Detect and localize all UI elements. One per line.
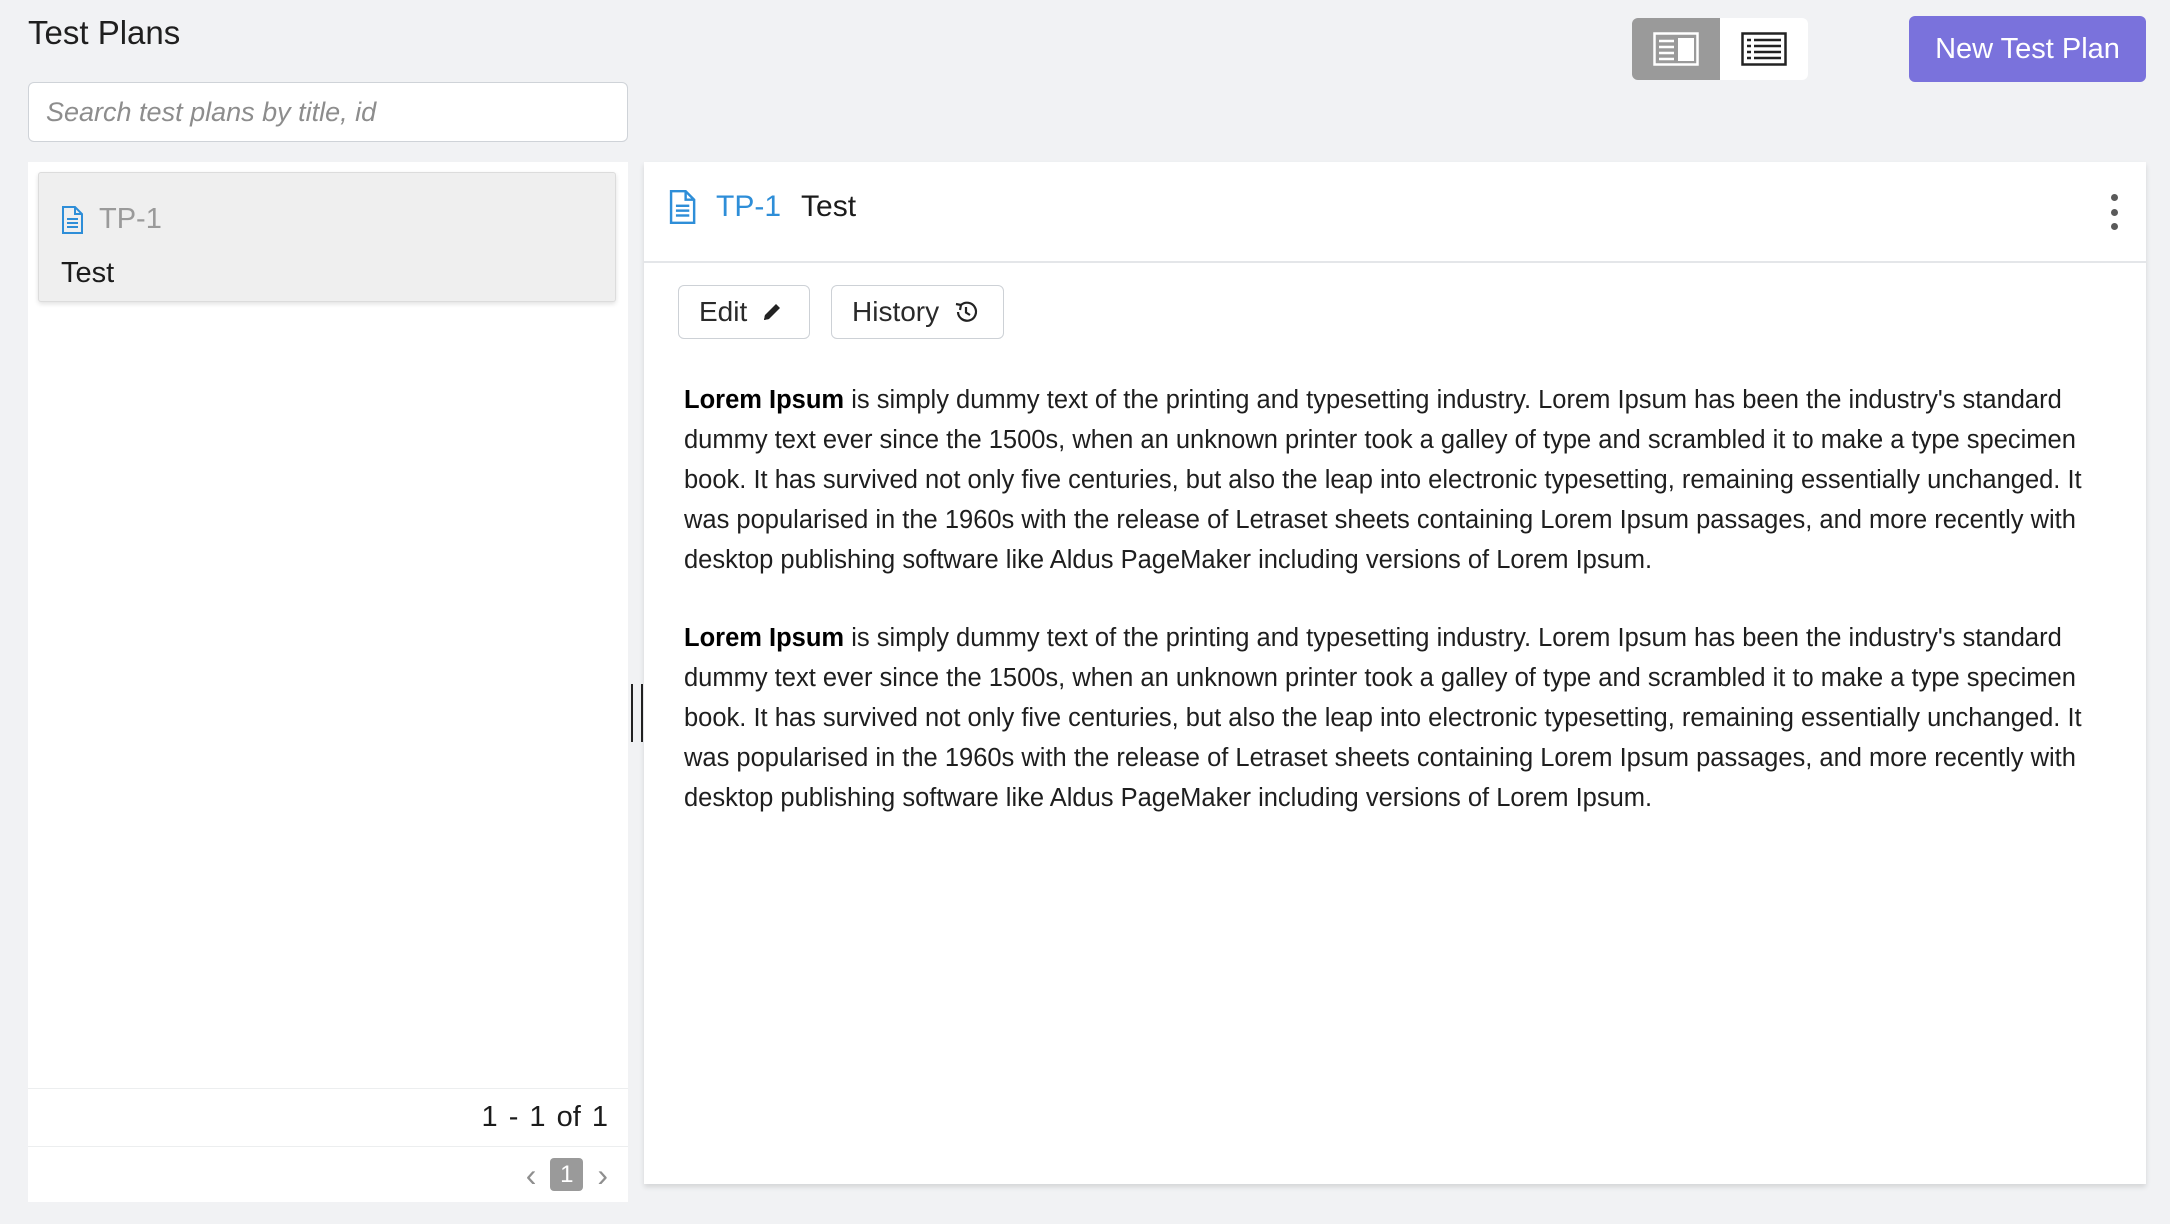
new-test-plan-button[interactable]: New Test Plan [1909, 16, 2146, 82]
list-item-title: Test [61, 257, 115, 289]
history-button-label: History [852, 296, 940, 327]
page-number-button[interactable]: 1 [550, 1158, 584, 1191]
test-plan-detail: TP-1 Test Edit History Lorem Ipsum is si… [644, 162, 2146, 1184]
edit-button[interactable]: Edit [678, 285, 810, 339]
test-plan-description: Lorem Ipsum is simply dummy text of the … [684, 380, 2124, 856]
paragraph-bold-lead: Lorem Ipsum [684, 624, 845, 652]
test-plan-list: TP-1 Test 1 - 1 of 1 ‹ 1 › [28, 162, 628, 1202]
view-toggle [1632, 18, 1808, 80]
paragraph-text: is simply dummy text of the printing and… [684, 624, 2082, 812]
pagination-of: of [556, 1101, 581, 1133]
detail-title: Test [801, 190, 857, 223]
pagination-total: 1 [591, 1101, 608, 1133]
description-paragraph: Lorem Ipsum is simply dummy text of the … [684, 618, 2124, 818]
pagination-controls: ‹ 1 › [28, 1146, 628, 1202]
list-item-id: TP-1 [99, 203, 162, 235]
history-icon [955, 301, 978, 322]
more-vertical-icon[interactable] [2108, 194, 2120, 230]
test-plans-page: Test Plans New Test Plan Search test pla… [0, 0, 2170, 1224]
list-view-button[interactable] [1720, 18, 1808, 80]
description-paragraph: Lorem Ipsum is simply dummy text of the … [684, 380, 2124, 580]
list-item[interactable]: TP-1 Test [38, 172, 616, 302]
detail-title-row: TP-1 Test [668, 190, 856, 224]
detail-header: TP-1 Test [644, 162, 2146, 263]
search-input[interactable] [28, 82, 628, 142]
list-item-id-row: TP-1 [61, 203, 162, 236]
split-view-button[interactable] [1632, 18, 1720, 80]
chevron-right-icon[interactable]: › [597, 1159, 608, 1191]
document-icon [669, 190, 696, 224]
edit-button-label: Edit [699, 296, 748, 327]
paragraph-bold-lead: Lorem Ipsum [684, 386, 845, 414]
document-icon [62, 205, 83, 234]
split-view-icon [1653, 32, 1699, 66]
list-view-icon [1741, 32, 1787, 66]
page-title: Test Plans [28, 14, 181, 51]
panel-resize-handle[interactable] [631, 684, 643, 742]
history-button[interactable]: History [831, 285, 1004, 339]
pencil-icon [764, 304, 781, 320]
pagination-count: 1 - 1 of 1 [28, 1088, 628, 1146]
paragraph-text: is simply dummy text of the printing and… [684, 386, 2082, 574]
detail-id[interactable]: TP-1 [716, 190, 781, 224]
chevron-left-icon[interactable]: ‹ [526, 1159, 537, 1191]
pagination-range: 1 - 1 [481, 1101, 546, 1133]
